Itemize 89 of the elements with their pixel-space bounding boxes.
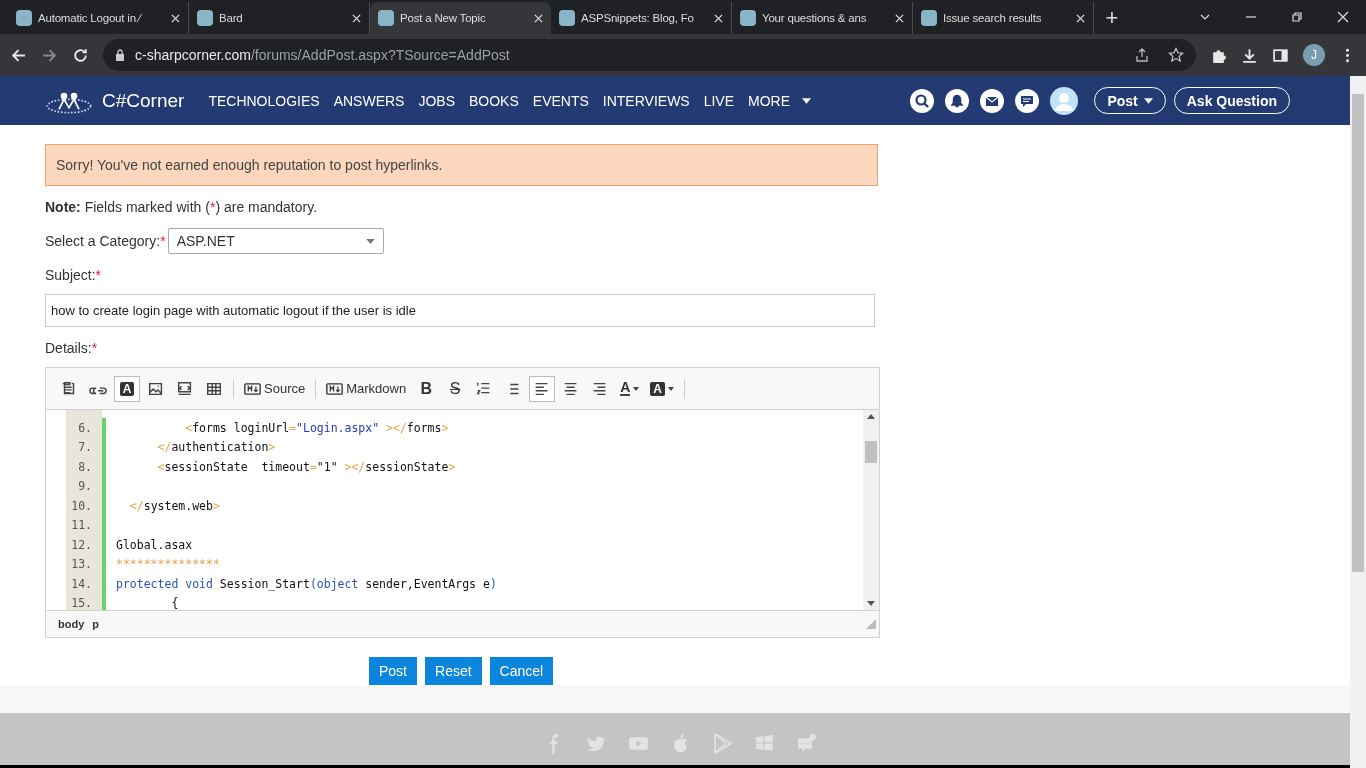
category-select[interactable]: ASP.NET [167,228,384,254]
form-button[interactable]: Post [369,657,417,685]
close-icon[interactable] [1337,11,1349,23]
favicon-icon [740,10,756,26]
form-button[interactable]: Cancel [489,657,554,685]
form-button[interactable]: Reset [425,657,482,685]
favicon-icon [16,10,32,26]
nav-link[interactable]: INTERVIEWS [602,92,690,109]
toolbar-icon[interactable] [529,375,556,402]
favicon-icon [559,10,575,26]
line-number: 15. [70,596,93,610]
markdown-icon [244,382,261,395]
search-icon[interactable] [910,88,935,113]
code-line: *************** [116,557,220,572]
code-line: protected void Session_Start(object sender,EventArgs e) [116,576,497,591]
scroll-thumb[interactable] [865,441,877,463]
caret-icon [1143,97,1153,104]
code-line: <forms loginUrl="Login.aspx" ></forms> [184,420,449,435]
bold-button[interactable]: B [413,375,440,402]
toolbar-button[interactable]: Source [240,375,310,402]
close-icon[interactable] [352,13,361,23]
caret-icon [365,238,375,244]
nav-link[interactable]: MORE [748,92,812,109]
reload-icon[interactable] [72,46,89,64]
subject-field[interactable]: how to create login page with automatic logout if the user is idle [45,294,875,327]
url-text: c-sharpcorner.com/forums/AddPost.aspx?TSource=AddPost [135,47,510,63]
line-number: 13. [70,557,93,572]
chat-icon[interactable] [1015,88,1040,113]
scroll-up-icon[interactable] [867,414,875,419]
browser-tab[interactable]: Post a New Topic [370,2,551,34]
line-number: 9. [77,479,93,494]
lock-icon [115,49,125,61]
text-box-button[interactable]: A [114,375,140,402]
line-number: 8. [77,459,93,474]
page-scrollbar[interactable] [1350,76,1366,768]
nav-link[interactable]: ANSWERS [333,92,405,109]
side-panel-icon[interactable] [1272,46,1289,64]
download-icon[interactable] [1241,46,1258,64]
close-icon[interactable] [534,13,543,23]
mail-icon[interactable] [980,88,1005,113]
line-number: 7. [77,440,93,455]
nav-link[interactable]: BOOKS [469,92,519,109]
bell-icon[interactable] [945,88,970,113]
new-tab-button[interactable]: + [1094,2,1130,34]
close-icon[interactable] [1076,13,1085,23]
background-color-button[interactable]: A [646,375,678,402]
nav-link[interactable]: EVENTS [532,92,589,109]
share-icon[interactable] [1134,47,1150,63]
close-icon[interactable] [895,13,904,23]
nav-link[interactable]: LIVE [703,92,735,109]
code-line: { [170,596,179,610]
user-avatar[interactable] [1050,86,1079,115]
close-icon[interactable] [714,13,723,23]
element-path-item[interactable]: p [92,618,99,630]
code-line: <sessionState timeout="1" ></sessionState> [156,459,456,474]
warning-alert: Sorry! You've not earned enough reputation to post hyperlinks. [45,144,878,186]
nav-link[interactable]: JOBS [418,92,455,109]
markdown-icon [326,382,344,395]
line-number: 14. [70,576,93,591]
star-icon[interactable] [1168,47,1184,63]
favicon-icon [921,10,937,26]
line-number: 11. [70,518,93,533]
restore-icon[interactable] [1291,11,1303,23]
scroll-down-icon[interactable] [867,601,875,606]
nav-link[interactable]: TECHNOLOGIES [208,92,320,109]
line-number: 12. [70,537,93,552]
text-color-button[interactable]: A [616,375,644,402]
field-label: Subject:* [45,267,103,283]
strikethrough-button[interactable]: S [442,375,469,402]
code-line: </authentication> [156,440,276,455]
favicon-icon [197,10,213,26]
code-line: Global.asax [116,537,193,552]
scrollbar[interactable] [863,410,879,610]
caret-icon [667,386,674,391]
field-label: Details:* [45,340,99,356]
code-line: </system.web> [128,498,220,513]
caret-icon [802,97,812,104]
address-field[interactable]: c-sharpcorner.com/forums/AddPost.aspx?TSource=AddPost [103,39,1196,71]
resize-grip-icon[interactable] [866,619,876,629]
mandatory-note: Note: Fields marked with (*) are mandatory. [45,199,319,215]
site-logo-text[interactable]: C#Corner [102,89,185,112]
caret-icon [633,386,640,391]
line-number: 6. [77,420,93,435]
toolbar-button[interactable]: Markdown [322,375,411,402]
line-number: 10. [70,498,93,513]
field-label: Select a Category:* [45,233,166,249]
favicon-icon [378,10,394,26]
close-icon[interactable] [171,13,180,23]
element-path-item[interactable]: body [58,618,85,630]
